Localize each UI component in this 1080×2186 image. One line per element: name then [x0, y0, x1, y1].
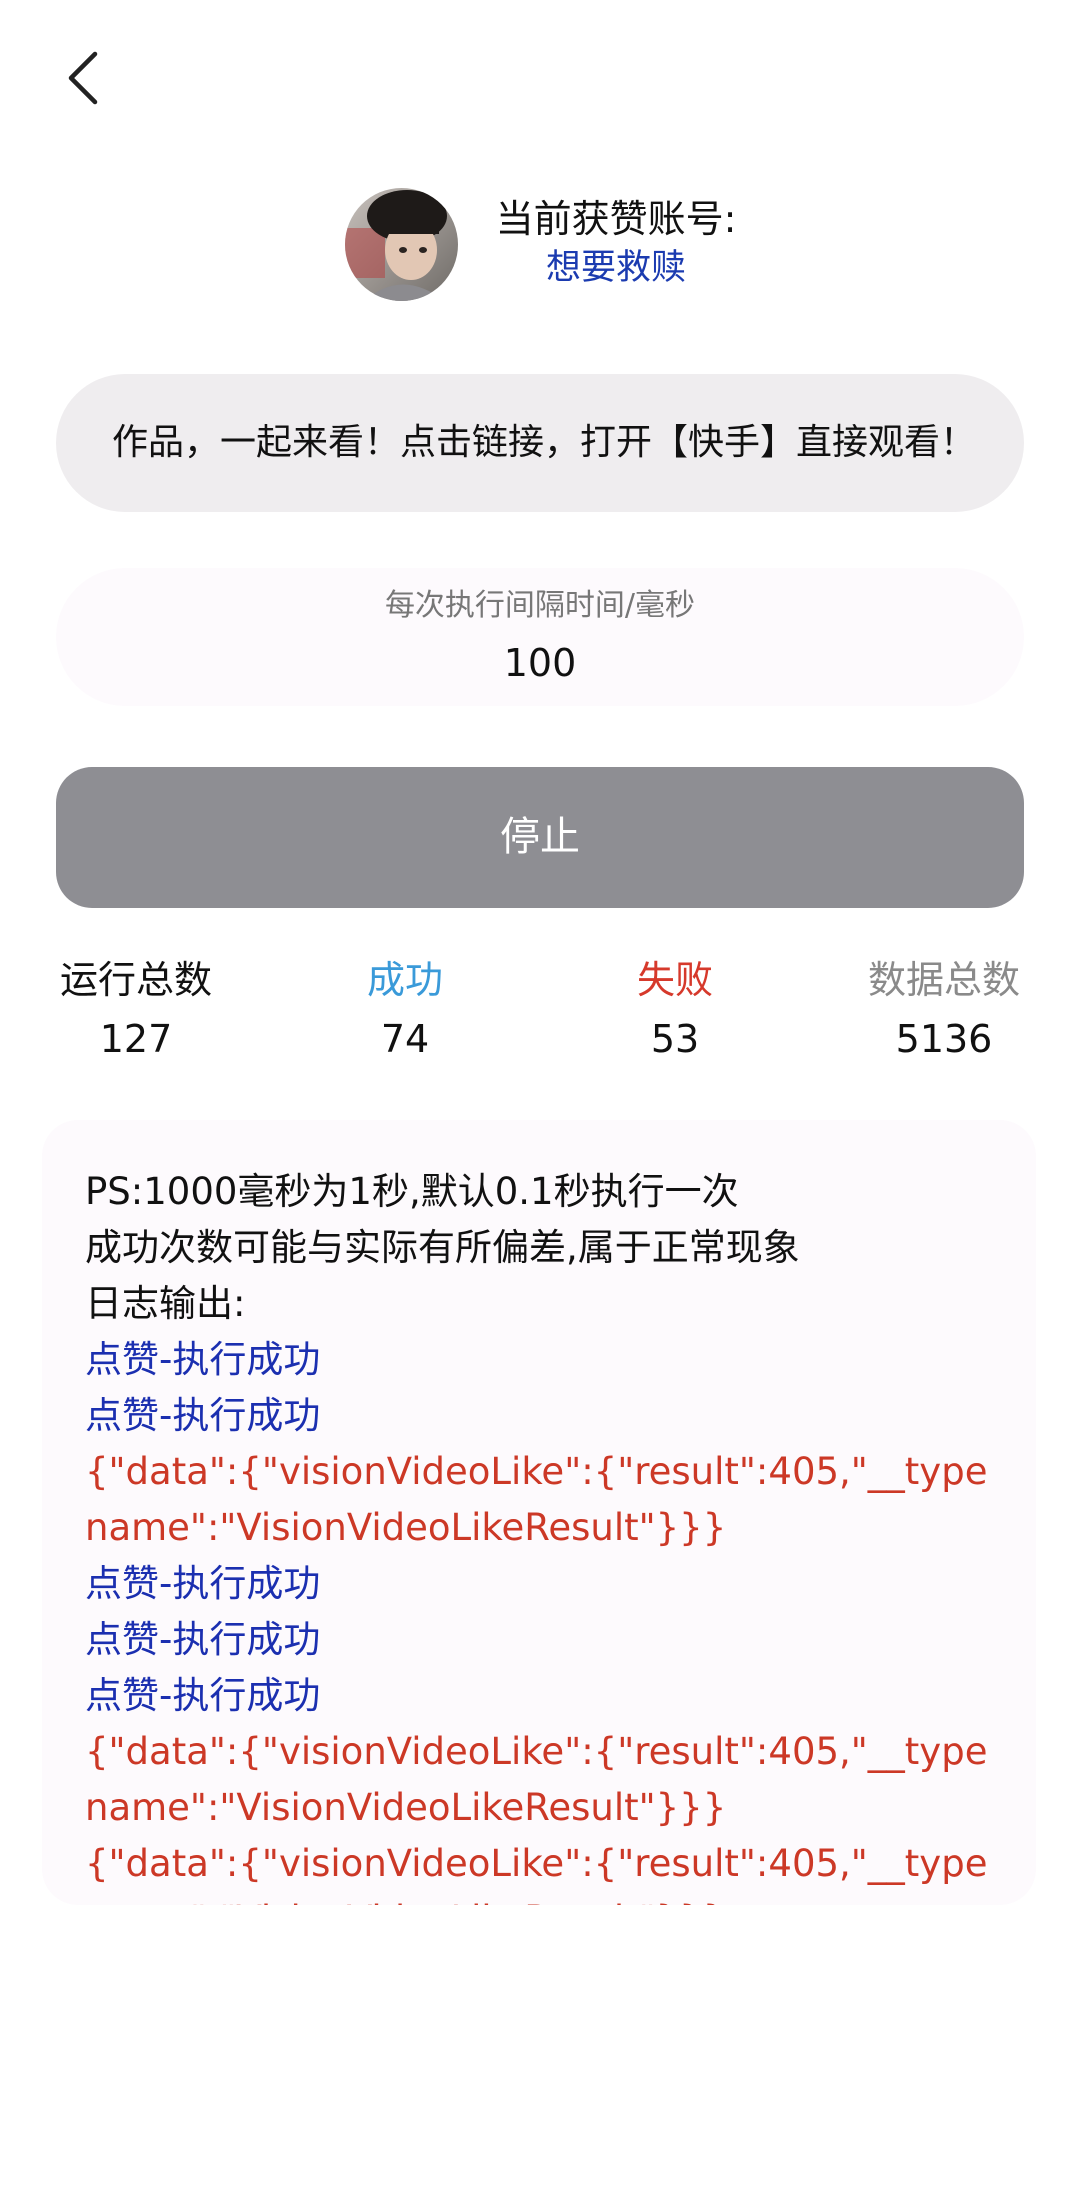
account-header: 当前获赞账号: 想要救赎 — [0, 188, 1080, 303]
stat-value: 74 — [380, 1017, 430, 1061]
log-entry: {"data":{"visionVideoLike":{"result":405… — [85, 1842, 988, 1905]
stat-label: 成功 — [366, 958, 443, 1002]
log-entry: 点赞-执行成功 — [85, 1394, 321, 1437]
stat-failed: 失败 53 — [595, 950, 755, 1064]
stats-row: 运行总数 127 成功 74 失败 53 数据总数 5136 — [0, 950, 1080, 1070]
log-entry: 点赞-执行成功 — [85, 1618, 321, 1661]
stat-data-total: 数据总数 5136 — [864, 950, 1024, 1064]
account-label: 当前获赞账号: — [495, 197, 737, 241]
stat-label: 数据总数 — [867, 958, 1020, 1002]
interval-field[interactable]: 每次执行间隔时间/毫秒 100 — [56, 568, 1024, 706]
interval-value: 100 — [503, 641, 577, 685]
log-note: PS:1000毫秒为1秒,默认0.1秒执行一次 — [85, 1170, 739, 1213]
chevron-left-icon — [68, 51, 98, 105]
stat-label: 运行总数 — [59, 958, 212, 1002]
share-link-input[interactable]: 作品，一起来看！点击链接，打开【快手】直接观看！ — [56, 374, 1024, 512]
log-note: 日志输出: — [85, 1282, 246, 1325]
stat-label: 失败 — [636, 958, 713, 1002]
log-entry: 点赞-执行成功 — [85, 1338, 321, 1381]
log-entry: {"data":{"visionVideoLike":{"result":405… — [85, 1730, 988, 1829]
share-link-value: 作品，一起来看！点击链接，打开【快手】直接观看！ — [111, 422, 976, 463]
back-button[interactable] — [48, 38, 118, 118]
stat-value: 127 — [99, 1017, 173, 1061]
log-output: PS:1000毫秒为1秒,默认0.1秒执行一次 成功次数可能与实际有所偏差,属于… — [85, 1164, 1005, 1905]
stop-button[interactable]: 停止 — [56, 767, 1024, 908]
stat-success: 成功 74 — [325, 950, 485, 1064]
log-note: 成功次数可能与实际有所偏差,属于正常现象 — [85, 1226, 800, 1269]
log-entry: 点赞-执行成功 — [85, 1674, 321, 1717]
account-name[interactable]: 想要救赎 — [486, 244, 746, 292]
log-entry: 点赞-执行成功 — [85, 1562, 321, 1605]
stat-total-runs: 运行总数 127 — [56, 950, 216, 1064]
log-entry: {"data":{"visionVideoLike":{"result":405… — [85, 1450, 988, 1549]
log-panel[interactable]: PS:1000毫秒为1秒,默认0.1秒执行一次 成功次数可能与实际有所偏差,属于… — [42, 1120, 1036, 1905]
stat-value: 5136 — [895, 1017, 993, 1061]
interval-label: 每次执行间隔时间/毫秒 — [384, 588, 696, 623]
avatar — [345, 188, 458, 301]
stat-value: 53 — [650, 1017, 700, 1061]
